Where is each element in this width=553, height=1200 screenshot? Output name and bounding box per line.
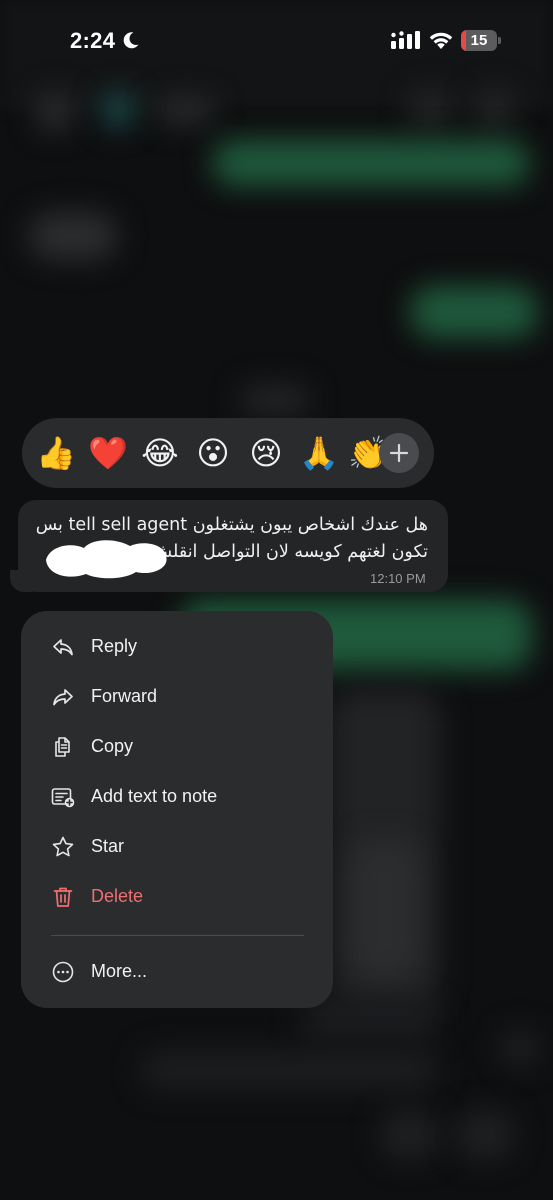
more-label: More... [91,961,148,981]
menu-divider [51,935,304,936]
forward-icon [53,689,73,706]
add-note-icon [51,788,75,808]
crying-face-emoji[interactable]: 😢 [246,433,286,473]
star-icon [52,836,74,857]
more-reactions-button[interactable] [379,433,419,473]
trash-icon [53,887,73,907]
context-menu: Reply Forward Copy Add text to note Star [21,611,333,1008]
message-bubble[interactable]: هل عندك اشخاص يبون يشتغلون tell sell age… [18,500,448,592]
message-time: 12:10 PM [370,571,426,586]
add-note-label: Add text to note [91,786,218,806]
reaction-bar: 👍 ❤️ 😂 😮 😢 🙏 👏 [22,418,434,488]
more-menu-item[interactable]: More... [21,947,333,997]
tears-of-joy-emoji[interactable]: 😂 [140,433,180,473]
surprised-face-emoji[interactable]: 😮 [193,433,233,473]
wifi-icon [429,32,453,49]
thumbs-up-emoji[interactable]: 👍 [36,433,76,473]
reply-icon [53,639,73,656]
reply-label: Reply [91,636,138,656]
star-label: Star [91,836,125,856]
add-text-to-note-menu-item[interactable]: Add text to note [21,772,333,822]
copy-label: Copy [91,736,134,756]
forward-menu-item[interactable]: Forward [21,672,333,722]
battery-indicator: 15 [461,30,501,51]
folded-hands-emoji[interactable]: 🙏 [299,433,339,473]
copy-menu-item[interactable]: Copy [21,722,333,772]
more-icon [52,961,74,983]
delete-label: Delete [91,886,144,906]
reply-menu-item[interactable]: Reply [21,622,333,672]
status-bar: 2:24 15 [0,0,553,82]
red-heart-emoji[interactable]: ❤️ [88,433,128,473]
moon-icon [123,32,139,49]
battery-level: 15 [470,32,488,49]
redaction-scribble [46,540,167,579]
star-menu-item[interactable]: Star [21,822,333,872]
blurred-chat-background [0,0,553,1200]
plus-icon [389,443,409,463]
forward-label: Forward [91,686,158,706]
copy-icon [55,737,70,757]
cellular-signal-icon [391,31,420,49]
delete-menu-item[interactable]: Delete [21,872,333,922]
status-time: 2:24 [70,28,116,53]
